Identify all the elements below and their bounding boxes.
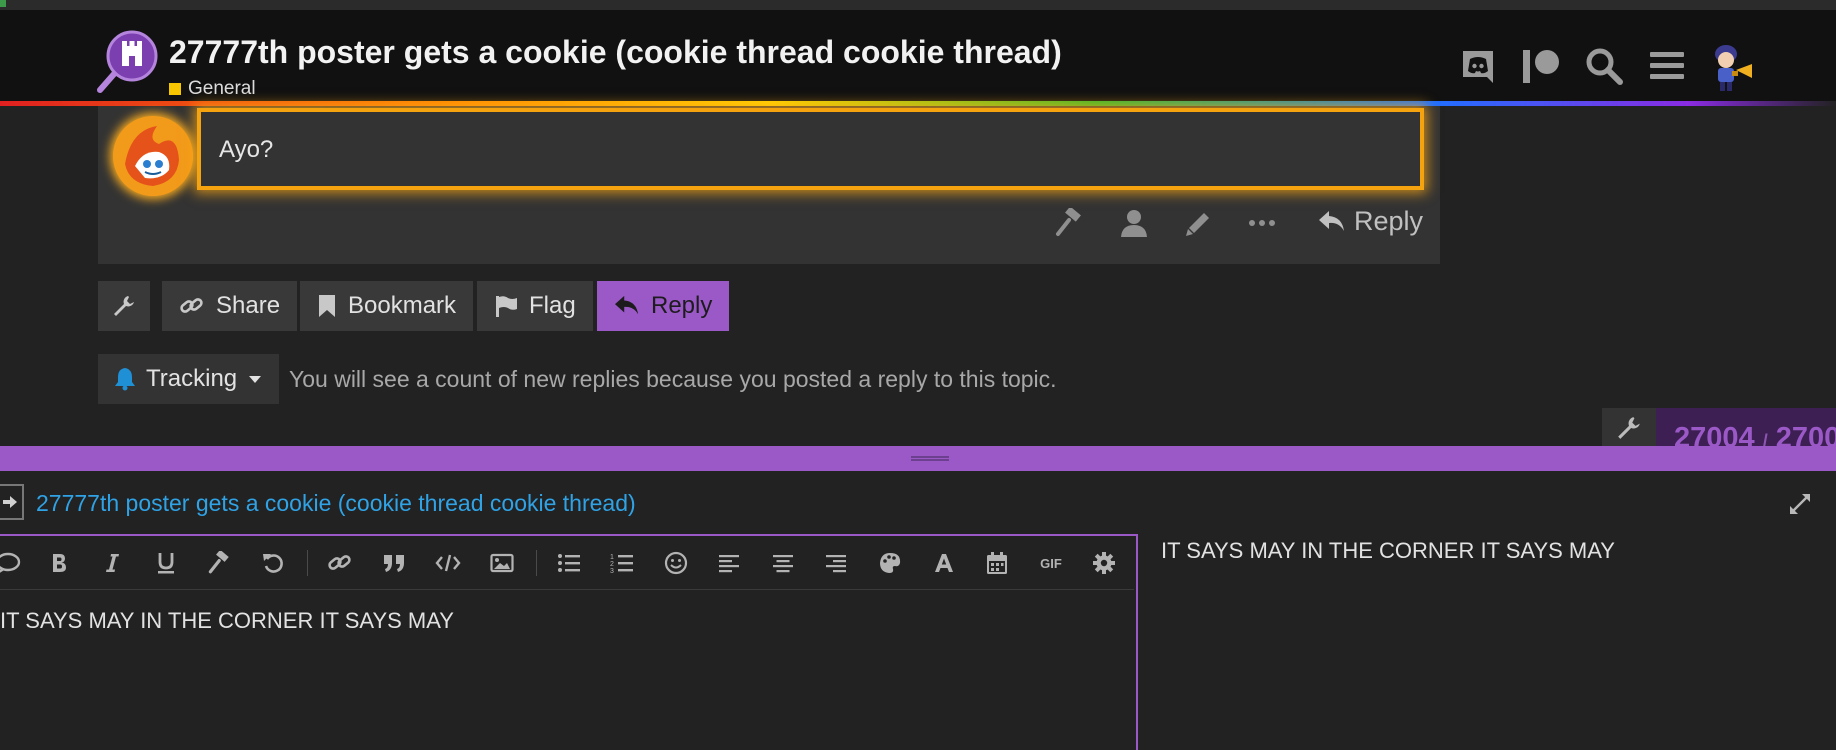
tab-edge bbox=[0, 0, 6, 7]
link-icon[interactable] bbox=[322, 545, 358, 581]
timeline-total: 2700 bbox=[1775, 422, 1836, 448]
italic-icon[interactable] bbox=[94, 545, 130, 581]
flag-icon bbox=[496, 296, 517, 317]
post-author-avatar[interactable] bbox=[113, 116, 193, 196]
timeline-post-counter[interactable]: 27004 / 2700 bbox=[1656, 408, 1836, 448]
bold-icon[interactable] bbox=[41, 545, 77, 581]
gif-icon[interactable]: GIF bbox=[1033, 545, 1069, 581]
link-icon bbox=[180, 298, 203, 313]
underline-icon[interactable] bbox=[148, 545, 184, 581]
align-right-icon[interactable] bbox=[818, 545, 854, 581]
category-label: General bbox=[188, 78, 256, 99]
editor-textarea[interactable]: IT SAYS MAY IN THE CORNER IT SAYS MAY bbox=[0, 608, 454, 634]
composer-resize-grip[interactable] bbox=[0, 446, 1836, 471]
font-icon[interactable] bbox=[926, 545, 962, 581]
editor-toolbar: 123 GIF bbox=[0, 536, 1134, 590]
wrench-icon bbox=[114, 296, 134, 316]
topic-title[interactable]: 27777th poster gets a cookie (cookie thr… bbox=[169, 34, 1062, 71]
flag-button[interactable]: Flag bbox=[477, 281, 593, 331]
user-icon[interactable] bbox=[1114, 203, 1154, 243]
numbered-list-icon[interactable]: 123 bbox=[604, 545, 640, 581]
browser-tab-strip bbox=[0, 0, 1836, 10]
composer-editor[interactable]: 123 GIF IT SAYS MAY IN THE CORNER IT SAY… bbox=[0, 534, 1138, 750]
toolbar-separator bbox=[536, 550, 537, 576]
post-reply-label: Reply bbox=[1354, 206, 1424, 236]
wrench-icon bbox=[1618, 417, 1640, 439]
reply-icon bbox=[1319, 210, 1344, 231]
site-header: 27777th poster gets a cookie (cookie thr… bbox=[0, 10, 1836, 102]
arrow-right-icon bbox=[3, 496, 17, 508]
app-window: 27777th poster gets a cookie (cookie thr… bbox=[0, 0, 1836, 750]
admin-wrench-button[interactable] bbox=[98, 281, 150, 331]
notifications-tracking-button[interactable]: Tracking bbox=[98, 354, 280, 404]
calendar-icon[interactable] bbox=[979, 545, 1015, 581]
bell-icon bbox=[115, 368, 135, 391]
reply-icon bbox=[615, 295, 639, 315]
flag-label: Flag bbox=[529, 292, 576, 319]
grip-handle[interactable] bbox=[911, 456, 949, 461]
bulleted-list-icon[interactable] bbox=[551, 545, 587, 581]
gear-icon[interactable] bbox=[1086, 545, 1122, 581]
composer-topic-link[interactable]: 27777th poster gets a cookie (cookie thr… bbox=[36, 490, 636, 517]
tracking-label: Tracking bbox=[146, 365, 238, 392]
code-icon[interactable] bbox=[430, 545, 466, 581]
pencil-icon[interactable] bbox=[1178, 203, 1218, 243]
category-badge[interactable]: General bbox=[169, 78, 256, 100]
expand-icon[interactable] bbox=[1786, 490, 1814, 518]
undo-icon[interactable] bbox=[255, 545, 291, 581]
tracking-reason: You will see a count of new replies beca… bbox=[289, 366, 1057, 392]
caret-down-icon bbox=[249, 376, 262, 383]
site-logo[interactable] bbox=[96, 28, 160, 96]
blockquote-icon[interactable] bbox=[376, 545, 412, 581]
post-body: Ayo? bbox=[197, 108, 1424, 190]
share-label: Share bbox=[216, 292, 281, 319]
patreon-icon[interactable] bbox=[1519, 44, 1563, 88]
svg-text:3: 3 bbox=[610, 568, 614, 574]
discord-icon[interactable] bbox=[1456, 44, 1500, 88]
quote-bubble-icon[interactable] bbox=[0, 545, 26, 581]
svg-text:2: 2 bbox=[610, 561, 614, 568]
timeline-current: 27004 bbox=[1674, 422, 1755, 448]
topic-reply-label: Reply bbox=[651, 292, 713, 319]
bookmark-label: Bookmark bbox=[348, 292, 457, 319]
topic-reply-button[interactable]: Reply bbox=[597, 281, 730, 331]
palette-icon[interactable] bbox=[872, 545, 908, 581]
composer-preview-text: IT SAYS MAY IN THE CORNER IT SAYS MAY bbox=[1161, 538, 1615, 563]
image-icon[interactable] bbox=[484, 545, 520, 581]
toolbar-separator bbox=[307, 550, 308, 576]
post-reply-button[interactable]: Reply bbox=[1318, 206, 1423, 237]
timeline-admin-button[interactable] bbox=[1602, 408, 1656, 448]
gavel-icon[interactable] bbox=[202, 545, 238, 581]
user-avatar[interactable] bbox=[1706, 40, 1756, 94]
svg-text:1: 1 bbox=[610, 554, 614, 561]
bookmark-icon bbox=[319, 295, 335, 317]
align-left-icon[interactable] bbox=[711, 545, 747, 581]
hamburger-menu-icon[interactable] bbox=[1645, 44, 1689, 88]
category-color-square bbox=[169, 83, 181, 95]
composer-action-button[interactable] bbox=[0, 484, 24, 520]
share-button[interactable]: Share bbox=[162, 281, 298, 331]
align-center-icon[interactable] bbox=[765, 545, 801, 581]
search-icon[interactable] bbox=[1582, 44, 1626, 88]
gavel-icon[interactable] bbox=[1050, 203, 1090, 243]
bookmark-button[interactable]: Bookmark bbox=[300, 281, 474, 331]
ellipsis-icon[interactable] bbox=[1242, 203, 1282, 243]
emoji-icon[interactable] bbox=[658, 545, 694, 581]
